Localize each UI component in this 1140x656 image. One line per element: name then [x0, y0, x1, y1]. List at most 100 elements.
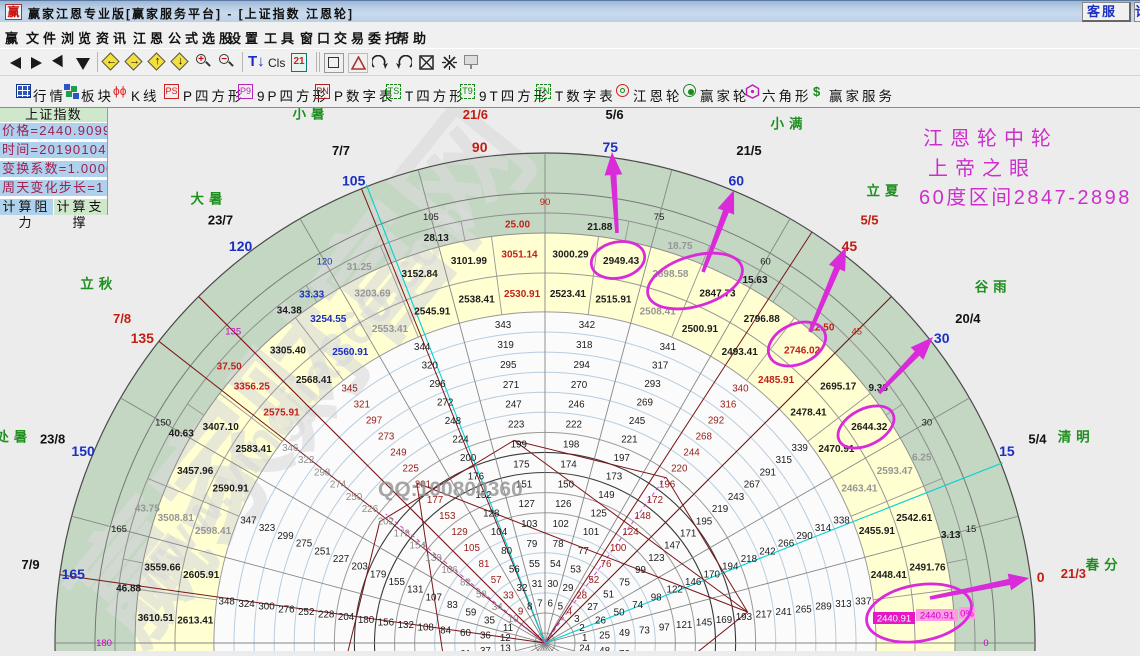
svg-text:大暑: 大暑 [191, 190, 228, 206]
svg-text:147: 147 [664, 541, 680, 552]
svg-text:73: 73 [639, 625, 650, 636]
svg-text:247: 247 [505, 400, 521, 411]
svg-text:313: 313 [835, 599, 852, 610]
svg-text:上帝之眼: 上帝之眼 [928, 157, 1036, 180]
svg-text:2440.91: 2440.91 [920, 611, 954, 622]
svg-text:274: 274 [330, 480, 347, 491]
svg-text:45: 45 [852, 326, 863, 337]
svg-text:269: 269 [637, 397, 653, 408]
svg-text:31.25: 31.25 [347, 262, 372, 273]
svg-text:3101.99: 3101.99 [451, 256, 488, 267]
svg-text:3.13: 3.13 [941, 530, 961, 541]
svg-text:4: 4 [567, 607, 573, 618]
svg-text:266: 266 [778, 539, 795, 550]
svg-text:21/3: 21/3 [1061, 566, 1086, 581]
svg-text:3559.66: 3559.66 [144, 562, 181, 573]
svg-text:150: 150 [155, 418, 171, 429]
svg-text:276: 276 [278, 604, 295, 615]
svg-text:6.25: 6.25 [912, 453, 932, 464]
svg-text:165: 165 [62, 566, 86, 582]
svg-text:120: 120 [317, 256, 333, 267]
svg-text:23/7: 23/7 [208, 213, 233, 228]
svg-text:2448.41: 2448.41 [871, 570, 908, 581]
svg-text:179: 179 [370, 569, 386, 580]
svg-text:2545.91: 2545.91 [414, 307, 451, 318]
svg-text:小满: 小满 [771, 115, 808, 131]
svg-text:46.88: 46.88 [116, 584, 141, 595]
svg-text:204: 204 [338, 612, 355, 623]
svg-text:2463.41: 2463.41 [841, 484, 878, 495]
svg-text:35: 35 [484, 615, 495, 626]
svg-text:13: 13 [500, 644, 511, 651]
svg-text:103: 103 [521, 519, 538, 530]
svg-text:3508.81: 3508.81 [158, 513, 195, 524]
svg-text:339: 339 [792, 443, 808, 454]
svg-text:60度区间2847-2898: 60度区间2847-2898 [919, 186, 1132, 209]
svg-text:5: 5 [558, 601, 564, 612]
svg-text:197: 197 [614, 453, 630, 464]
svg-text:121: 121 [676, 620, 692, 631]
svg-text:2538.41: 2538.41 [459, 295, 496, 306]
svg-text:34: 34 [492, 602, 503, 613]
svg-text:20/4: 20/4 [955, 311, 981, 326]
svg-text:228: 228 [318, 610, 335, 621]
svg-text:21.88: 21.88 [587, 222, 612, 233]
svg-text:2583.41: 2583.41 [236, 444, 273, 455]
svg-text:2530.91: 2530.91 [504, 289, 541, 300]
svg-text:135: 135 [225, 326, 241, 337]
svg-text:33: 33 [503, 591, 514, 602]
svg-text:243: 243 [728, 492, 745, 503]
svg-text:219: 219 [712, 504, 728, 515]
svg-text:174: 174 [560, 459, 577, 470]
svg-text:3051.14: 3051.14 [501, 249, 538, 260]
svg-text:江恩轮中轮: 江恩轮中轮 [923, 127, 1058, 150]
svg-text:295: 295 [500, 360, 517, 371]
svg-text:2598.41: 2598.41 [195, 526, 232, 537]
svg-text:273: 273 [378, 432, 395, 443]
svg-text:55: 55 [529, 559, 540, 570]
svg-text:165: 165 [111, 524, 127, 535]
svg-text:271: 271 [503, 380, 519, 391]
svg-text:105: 105 [464, 543, 481, 554]
svg-text:346: 346 [282, 443, 299, 454]
svg-text:153: 153 [439, 511, 456, 522]
svg-text:224: 224 [452, 435, 469, 446]
svg-text:318: 318 [576, 340, 593, 351]
svg-text:337: 337 [855, 597, 871, 608]
svg-text:227: 227 [333, 554, 349, 565]
svg-text:3: 3 [574, 614, 580, 625]
svg-text:15: 15 [966, 524, 977, 535]
svg-text:2605.91: 2605.91 [183, 570, 220, 581]
svg-text:314: 314 [815, 523, 832, 534]
svg-text:52: 52 [588, 575, 599, 586]
svg-text:200: 200 [460, 453, 477, 464]
svg-text:268: 268 [696, 432, 713, 443]
svg-text:5/6: 5/6 [606, 108, 624, 122]
svg-text:223: 223 [508, 420, 525, 431]
svg-text:132: 132 [398, 620, 414, 631]
svg-text:342: 342 [579, 320, 595, 331]
svg-text:123: 123 [648, 553, 665, 564]
svg-text:3203.69: 3203.69 [354, 289, 391, 300]
svg-text:316: 316 [720, 400, 737, 411]
svg-text:2455.91: 2455.91 [859, 526, 896, 537]
svg-text:218: 218 [741, 554, 758, 565]
svg-text:129: 129 [451, 527, 467, 538]
svg-text:26: 26 [595, 615, 606, 626]
svg-text:220: 220 [671, 463, 688, 474]
svg-text:222: 222 [566, 420, 582, 431]
svg-text:90: 90 [472, 139, 488, 155]
svg-text:135: 135 [131, 330, 155, 346]
svg-text:2478.41: 2478.41 [790, 407, 827, 418]
svg-text:28: 28 [576, 591, 587, 602]
svg-text:100: 100 [610, 543, 627, 554]
svg-text:343: 343 [495, 320, 512, 331]
svg-text:2796.88: 2796.88 [744, 314, 781, 325]
svg-text:2542.61: 2542.61 [896, 513, 933, 524]
svg-text:124: 124 [622, 527, 639, 538]
svg-text:79: 79 [526, 539, 537, 550]
svg-text:145: 145 [696, 618, 713, 629]
svg-text:谷雨: 谷雨 [975, 280, 1012, 295]
svg-text:241: 241 [776, 607, 792, 618]
svg-text:296: 296 [429, 379, 446, 390]
